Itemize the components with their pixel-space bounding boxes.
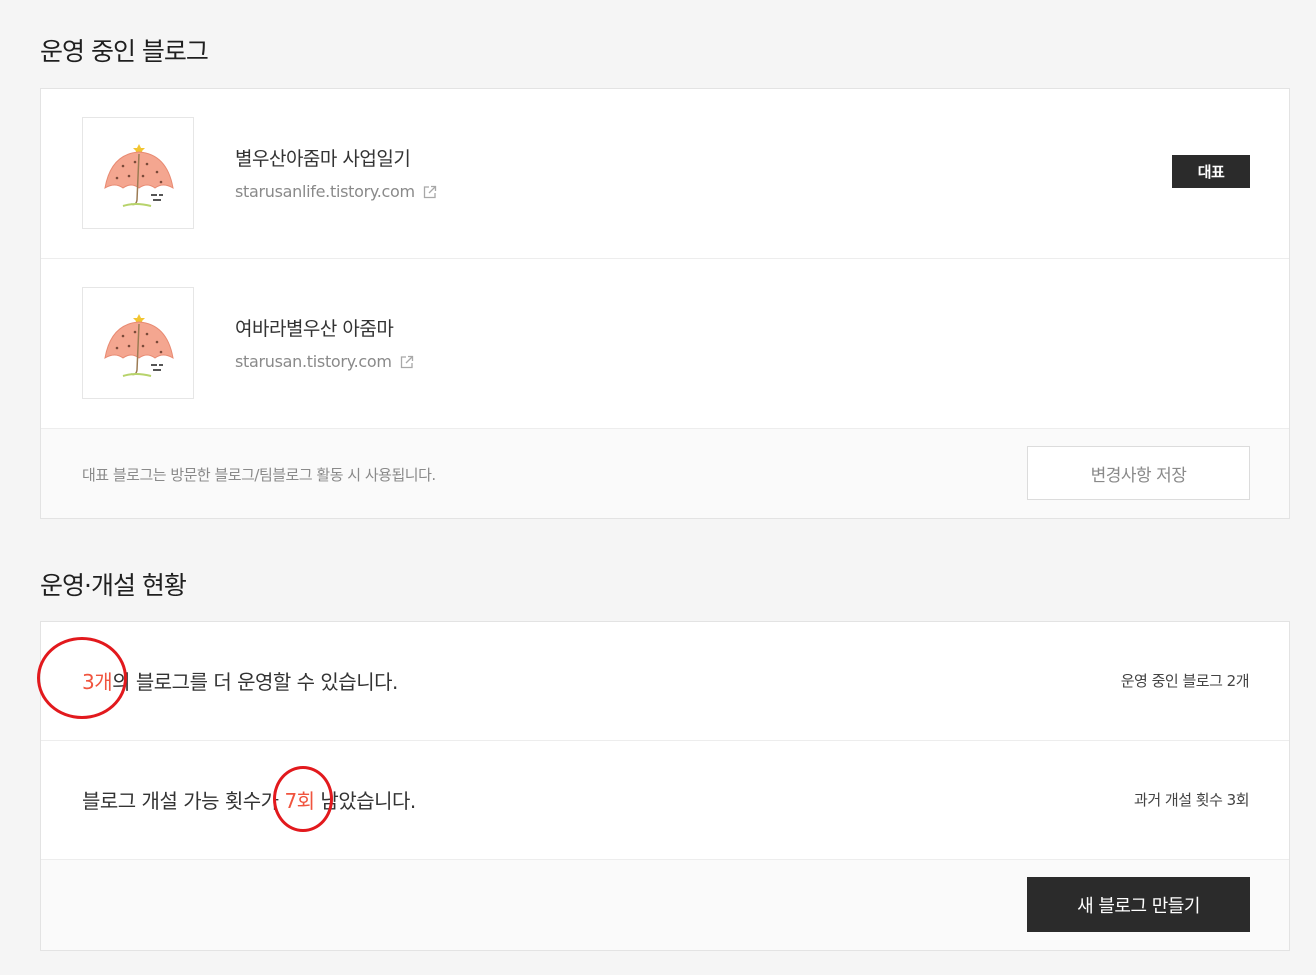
remaining-openings-text: 블로그 개설 가능 횟수가 7회 남았습니다.: [82, 785, 416, 814]
remaining-blogs-message: 의 블로그를 더 운영할 수 있습니다.: [112, 670, 398, 694]
remaining-blogs-row: 3개의 블로그를 더 운영할 수 있습니다. 운영 중인 블로그 2개: [41, 622, 1289, 741]
blog-name[interactable]: 별우산아줌마 사업일기: [235, 144, 411, 171]
umbrella-illustration-icon: [104, 144, 174, 207]
blog-url-link[interactable]: starusan.tistory.com: [235, 352, 414, 371]
remaining-openings-prefix: 블로그 개설 가능 횟수가: [82, 789, 285, 813]
save-changes-button[interactable]: 변경사항 저장: [1027, 446, 1250, 500]
remaining-blogs-text: 3개의 블로그를 더 운영할 수 있습니다.: [82, 666, 398, 695]
operating-blog-count: 운영 중인 블로그 2개: [1120, 672, 1250, 690]
remaining-openings-suffix: 남았습니다.: [314, 789, 416, 813]
blog-name[interactable]: 여바라별우산 아줌마: [235, 314, 394, 341]
external-link-icon[interactable]: [423, 185, 437, 199]
umbrella-illustration-icon: [104, 314, 174, 377]
blog-url-link[interactable]: starusanlife.tistory.com: [235, 182, 437, 201]
blog-row[interactable]: 여바라별우산 아줌마 starusan.tistory.com: [41, 259, 1289, 429]
status-section-title: 운영·개설 현황: [40, 571, 187, 600]
past-opening-count: 과거 개설 횟수 3회: [1134, 791, 1249, 809]
blog-url-text[interactable]: starusan.tistory.com: [235, 352, 392, 371]
representative-blog-note: 대표 블로그는 방문한 블로그/팀블로그 활동 시 사용됩니다.: [82, 466, 436, 484]
blog-thumbnail[interactable]: [82, 287, 194, 399]
operating-card-footer: 대표 블로그는 방문한 블로그/팀블로그 활동 시 사용됩니다. 변경사항 저장: [41, 429, 1289, 518]
blog-url-text[interactable]: starusanlife.tistory.com: [235, 182, 415, 201]
blog-row[interactable]: 별우산아줌마 사업일기 starusanlife.tistory.com 대표: [41, 89, 1289, 259]
remaining-openings-count: 7회: [284, 789, 315, 813]
remaining-openings-row: 블로그 개설 가능 횟수가 7회 남았습니다. 과거 개설 횟수 3회: [41, 741, 1289, 860]
status-card: 3개의 블로그를 더 운영할 수 있습니다. 운영 중인 블로그 2개 블로그 …: [40, 621, 1290, 951]
new-blog-button[interactable]: 새 블로그 만들기: [1027, 877, 1250, 932]
operating-blogs-card: 별우산아줌마 사업일기 starusanlife.tistory.com 대표: [40, 88, 1290, 519]
operating-blogs-title: 운영 중인 블로그: [40, 37, 209, 66]
blog-thumbnail[interactable]: [82, 117, 194, 229]
representative-badge: 대표: [1172, 155, 1250, 188]
external-link-icon[interactable]: [400, 355, 414, 369]
remaining-blogs-count: 3개: [82, 670, 113, 694]
status-card-footer: 새 블로그 만들기: [41, 860, 1289, 950]
